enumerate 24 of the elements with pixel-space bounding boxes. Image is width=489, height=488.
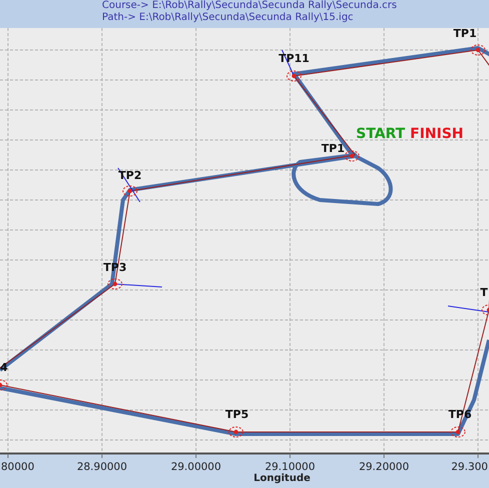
x-tick-label: 29.20000 bbox=[358, 461, 410, 473]
course-file-path: Course-> E:\Rob\Rally\Secunda\Secunda Rally\Secunda.crs bbox=[102, 0, 398, 12]
waypoint-marker-icon bbox=[470, 44, 486, 56]
x-tick-label: 28.90000 bbox=[76, 461, 128, 473]
x-axis-title: Longitude bbox=[254, 473, 310, 484]
waypoint-marker-icon bbox=[108, 278, 122, 290]
waypoint-marker-icon bbox=[0, 380, 8, 390]
waypoint-marker-icon bbox=[450, 426, 466, 438]
x-tick-label: 29.10000 bbox=[264, 461, 316, 473]
waypoint-label: T bbox=[480, 286, 488, 299]
track-file-path: Path-> E:\Rob\Rally\Secunda\Secunda Rally\15.igc bbox=[102, 12, 354, 24]
waypoint-label: TP1 bbox=[321, 142, 345, 155]
x-tick-label: 29.300 bbox=[451, 461, 488, 473]
x-tick-label: 29.00000 bbox=[170, 461, 222, 473]
waypoint-marker-icon bbox=[482, 304, 489, 316]
x-tick-label: 80000 bbox=[1, 461, 34, 473]
waypoint-label: TP1 bbox=[453, 28, 477, 40]
start-finish-label: FINISH bbox=[410, 126, 464, 142]
waypoint-marker-icon bbox=[344, 150, 360, 162]
start-finish-label: START bbox=[356, 126, 406, 142]
waypoint-marker-icon bbox=[122, 186, 138, 196]
waypoint-marker-icon bbox=[286, 70, 302, 82]
waypoint-marker-icon bbox=[228, 426, 244, 438]
waypoint-label: TP5 bbox=[225, 408, 249, 421]
